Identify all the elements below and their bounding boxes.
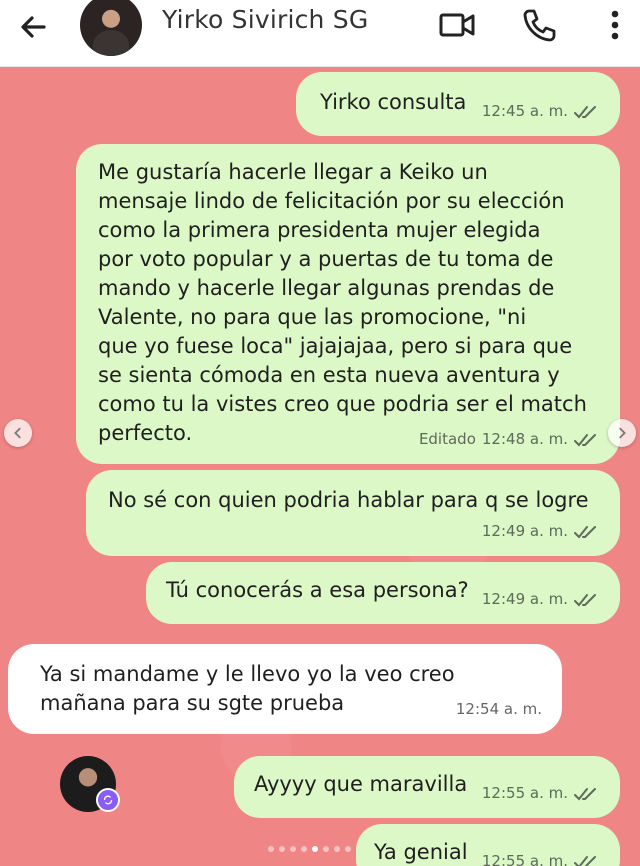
carousel-dot <box>345 846 351 852</box>
carousel-dot <box>323 846 329 852</box>
double-check-icon <box>574 525 596 538</box>
message-time: 12:54 a. m. <box>455 700 542 718</box>
message-meta: 12:55 a. m. <box>482 847 600 866</box>
carousel-dot <box>279 846 285 852</box>
message-meta: Editado 12:48 a. m. <box>419 425 600 454</box>
message-time: 12:55 a. m. <box>481 784 568 802</box>
message-time: 12:49 a. m. <box>481 590 568 608</box>
message-time: 12:49 a. m. <box>481 522 568 540</box>
carousel-dot <box>268 846 274 852</box>
more-options-icon[interactable] <box>596 6 634 44</box>
back-arrow-icon[interactable] <box>14 7 54 47</box>
message-bubble-outgoing[interactable]: Ayyyy que maravilla 12:55 a. m. <box>234 756 620 818</box>
message-text: Me gustaría hacerle llegar a Keiko un me… <box>98 160 587 445</box>
message-text: No sé con quien podria hablar para q se … <box>108 488 589 512</box>
chevron-right-icon <box>619 427 626 439</box>
chat-area[interactable]: Yirko consulta 12:45 a. m. Me gustaría h… <box>0 66 640 866</box>
chevron-left-icon <box>14 427 21 439</box>
message-meta: 12:55 a. m. <box>482 779 600 808</box>
message-bubble-outgoing[interactable]: Me gustaría hacerle llegar a Keiko un me… <box>76 144 620 464</box>
double-check-icon <box>574 855 596 866</box>
video-call-icon[interactable] <box>438 6 476 44</box>
message-time: 12:55 a. m. <box>481 852 568 866</box>
message-time: 12:45 a. m. <box>481 102 568 120</box>
message-meta: 12:54 a. m. <box>456 695 542 724</box>
phone-icon[interactable] <box>520 6 558 44</box>
contact-avatar[interactable] <box>80 0 142 56</box>
message-meta: 12:49 a. m. <box>482 585 600 614</box>
message-bubble-outgoing[interactable]: Ya genial 12:55 a. m. <box>356 824 620 866</box>
double-check-icon <box>574 433 596 446</box>
previous-image-button[interactable] <box>4 419 32 447</box>
carousel-dot-active <box>312 846 318 852</box>
double-check-icon <box>574 105 596 118</box>
message-meta: 12:45 a. m. <box>482 97 600 126</box>
carousel-dot <box>334 846 340 852</box>
message-bubble-outgoing[interactable]: Tú conocerás a esa persona? 12:49 a. m. <box>146 562 620 624</box>
message-bubble-incoming[interactable]: Ya si mandame y le llevo yo la veo creo … <box>8 644 562 734</box>
carousel-dot <box>290 846 296 852</box>
carousel-dot <box>301 846 307 852</box>
sync-badge-icon <box>96 788 120 812</box>
next-image-button[interactable] <box>608 419 636 447</box>
message-time: 12:48 a. m. <box>481 430 568 448</box>
double-check-icon <box>574 787 596 800</box>
message-bubble-outgoing[interactable]: Yirko consulta 12:45 a. m. <box>296 72 620 136</box>
double-check-icon <box>574 593 596 606</box>
contact-name[interactable]: Yirko Sivirich SG <box>162 5 368 34</box>
chat-header: Yirko Sivirich SG <box>0 0 640 67</box>
message-meta: 12:49 a. m. <box>482 517 600 546</box>
message-edited-label: Editado <box>418 430 476 448</box>
carousel-dots <box>268 846 351 852</box>
message-bubble-outgoing[interactable]: No sé con quien podria hablar para q se … <box>86 470 620 556</box>
